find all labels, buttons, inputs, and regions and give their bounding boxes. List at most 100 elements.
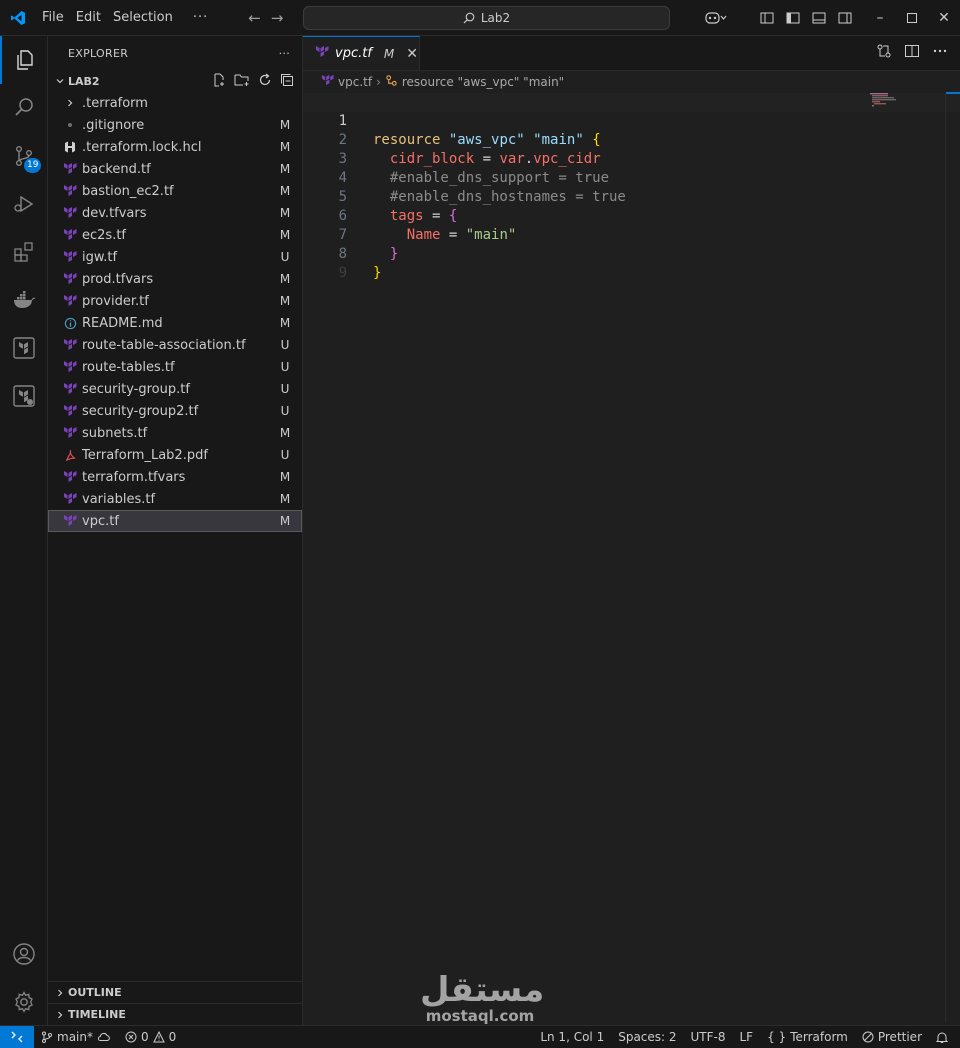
tab-modified-indicator: M [383,46,395,61]
timeline-section[interactable]: TIMELINE [48,1003,302,1025]
file-item[interactable]: Terraform_Lab2.pdf U [48,444,302,466]
file-item[interactable]: provider.tf M [48,290,302,312]
file-name: README.md [82,315,163,331]
breadcrumb-symbol[interactable]: resource "aws_vpc" "main" [402,75,564,89]
copilot-icon[interactable] [698,0,734,36]
tab-bar: vpc.tf M ✕ [303,36,960,71]
file-name: dev.tfvars [82,205,147,221]
problems-indicator[interactable]: 0 0 [118,1030,183,1044]
file-item[interactable]: vpc.tf M [48,510,302,532]
prettier-status[interactable]: Prettier [855,1030,929,1044]
menu-more-button[interactable]: ··· [179,0,222,36]
file-item[interactable]: security-group2.tf U [48,400,302,422]
file-item[interactable]: route-table-association.tf U [48,334,302,356]
file-item[interactable]: dev.tfvars M [48,202,302,224]
explorer-more-button[interactable]: ··· [279,47,290,60]
tab-vpc-tf[interactable]: vpc.tf M ✕ [303,36,420,70]
code-line: 7 } [303,207,960,262]
new-file-icon[interactable] [212,73,226,90]
file-item[interactable]: route-tables.tf U [48,356,302,378]
tab-close-button[interactable]: ✕ [406,46,418,62]
menu-edit[interactable]: Edit [70,0,107,36]
file-item[interactable]: .gitignore M [48,114,302,136]
timeline-label: TIMELINE [68,1008,126,1021]
maximize-button[interactable] [896,0,928,36]
settings-gear-icon[interactable] [0,978,48,1026]
more-actions-icon[interactable] [932,43,948,63]
collapse-all-icon[interactable] [280,73,294,90]
file-item[interactable]: ec2s.tf M [48,224,302,246]
close-window-button[interactable]: ✕ [928,0,960,36]
toggle-primary-sidebar-icon[interactable] [780,0,806,36]
docker-icon[interactable] [0,276,48,324]
back-arrow-icon[interactable]: ← [248,9,261,27]
terraform-icon [62,425,78,441]
terraform-icon [62,469,78,485]
run-debug-icon[interactable] [0,180,48,228]
file-name: variables.tf [82,491,156,507]
git-status-badge: M [279,294,291,308]
file-item[interactable]: prod.tfvars M [48,268,302,290]
status-right: Ln 1, Col 1 Spaces: 2 UTF-8 LF { } Terra… [533,1030,960,1044]
file-item[interactable]: terraform.tfvars M [48,466,302,488]
git-branch[interactable]: main* [34,1030,118,1044]
terraform-cloud-icon[interactable] [0,372,48,420]
command-center-search[interactable]: Lab2 [303,6,670,30]
file-item[interactable]: subnets.tf M [48,422,302,444]
braces-icon: { } [767,1030,787,1044]
git-status-badge: U [280,404,290,418]
cursor-position[interactable]: Ln 1, Col 1 [533,1030,611,1044]
end-of-line[interactable]: LF [733,1030,761,1044]
minimize-button[interactable]: – [864,0,896,36]
file-name: subnets.tf [82,425,148,441]
sync-cloud-icon[interactable] [97,1031,111,1043]
notifications-bell-icon[interactable] [929,1031,960,1044]
file-item[interactable]: igw.tf U [48,246,302,268]
scrollbar-track[interactable] [945,93,946,1023]
vscode-logo-icon [0,0,36,36]
source-control-icon[interactable]: 19 [0,132,48,180]
git-status-badge: U [280,338,290,352]
file-item[interactable]: .terraform.lock.hcl M [48,136,302,158]
menu-file[interactable]: File [36,0,70,36]
folder-lab2[interactable]: LAB2 [48,70,302,92]
file-name: prod.tfvars [82,271,154,287]
refresh-icon[interactable] [258,73,272,90]
customize-layout-icon[interactable] [754,0,780,36]
file-item[interactable]: backend.tf M [48,158,302,180]
terraform-icon[interactable] [0,324,48,372]
file-item[interactable]: .terraform [48,92,302,114]
explorer-icon[interactable] [0,36,48,84]
code-line: 5 tags = { [303,169,960,224]
remote-indicator-icon[interactable] [0,1025,34,1048]
forward-arrow-icon[interactable]: → [271,9,284,27]
indentation[interactable]: Spaces: 2 [611,1030,683,1044]
new-folder-icon[interactable] [234,73,250,90]
toggle-secondary-sidebar-icon[interactable] [832,0,858,36]
language-mode[interactable]: { } Terraform [760,1030,855,1044]
file-item[interactable]: bastion_ec2.tf M [48,180,302,202]
toggle-panel-icon[interactable] [806,0,832,36]
extensions-icon[interactable] [0,228,48,276]
menu-selection[interactable]: Selection [107,0,179,36]
encoding[interactable]: UTF-8 [684,1030,733,1044]
chevron-right-icon [52,1010,68,1020]
file-item[interactable]: variables.tf M [48,488,302,510]
file-name: vpc.tf [82,513,119,529]
code-editor[interactable]: 1 resource "aws_vpc" "main" { 2 cidr_blo… [303,93,960,281]
search-icon[interactable] [0,84,48,132]
breadcrumb-file[interactable]: vpc.tf [338,75,372,89]
outline-section[interactable]: OUTLINE [48,981,302,1003]
file-item[interactable]: README.md M [48,312,302,334]
breadcrumb: vpc.tf › resource "aws_vpc" "main" [303,71,960,93]
open-changes-icon[interactable] [876,43,892,63]
scrollbar-indicator[interactable] [946,92,960,94]
file-name: .terraform [82,95,148,111]
git-status-badge: M [279,492,291,506]
terraform-icon [62,359,78,375]
minimap[interactable] [870,93,930,153]
file-item[interactable]: security-group.tf U [48,378,302,400]
file-name: bastion_ec2.tf [82,183,174,199]
split-editor-icon[interactable] [904,43,920,63]
accounts-icon[interactable] [0,930,48,978]
